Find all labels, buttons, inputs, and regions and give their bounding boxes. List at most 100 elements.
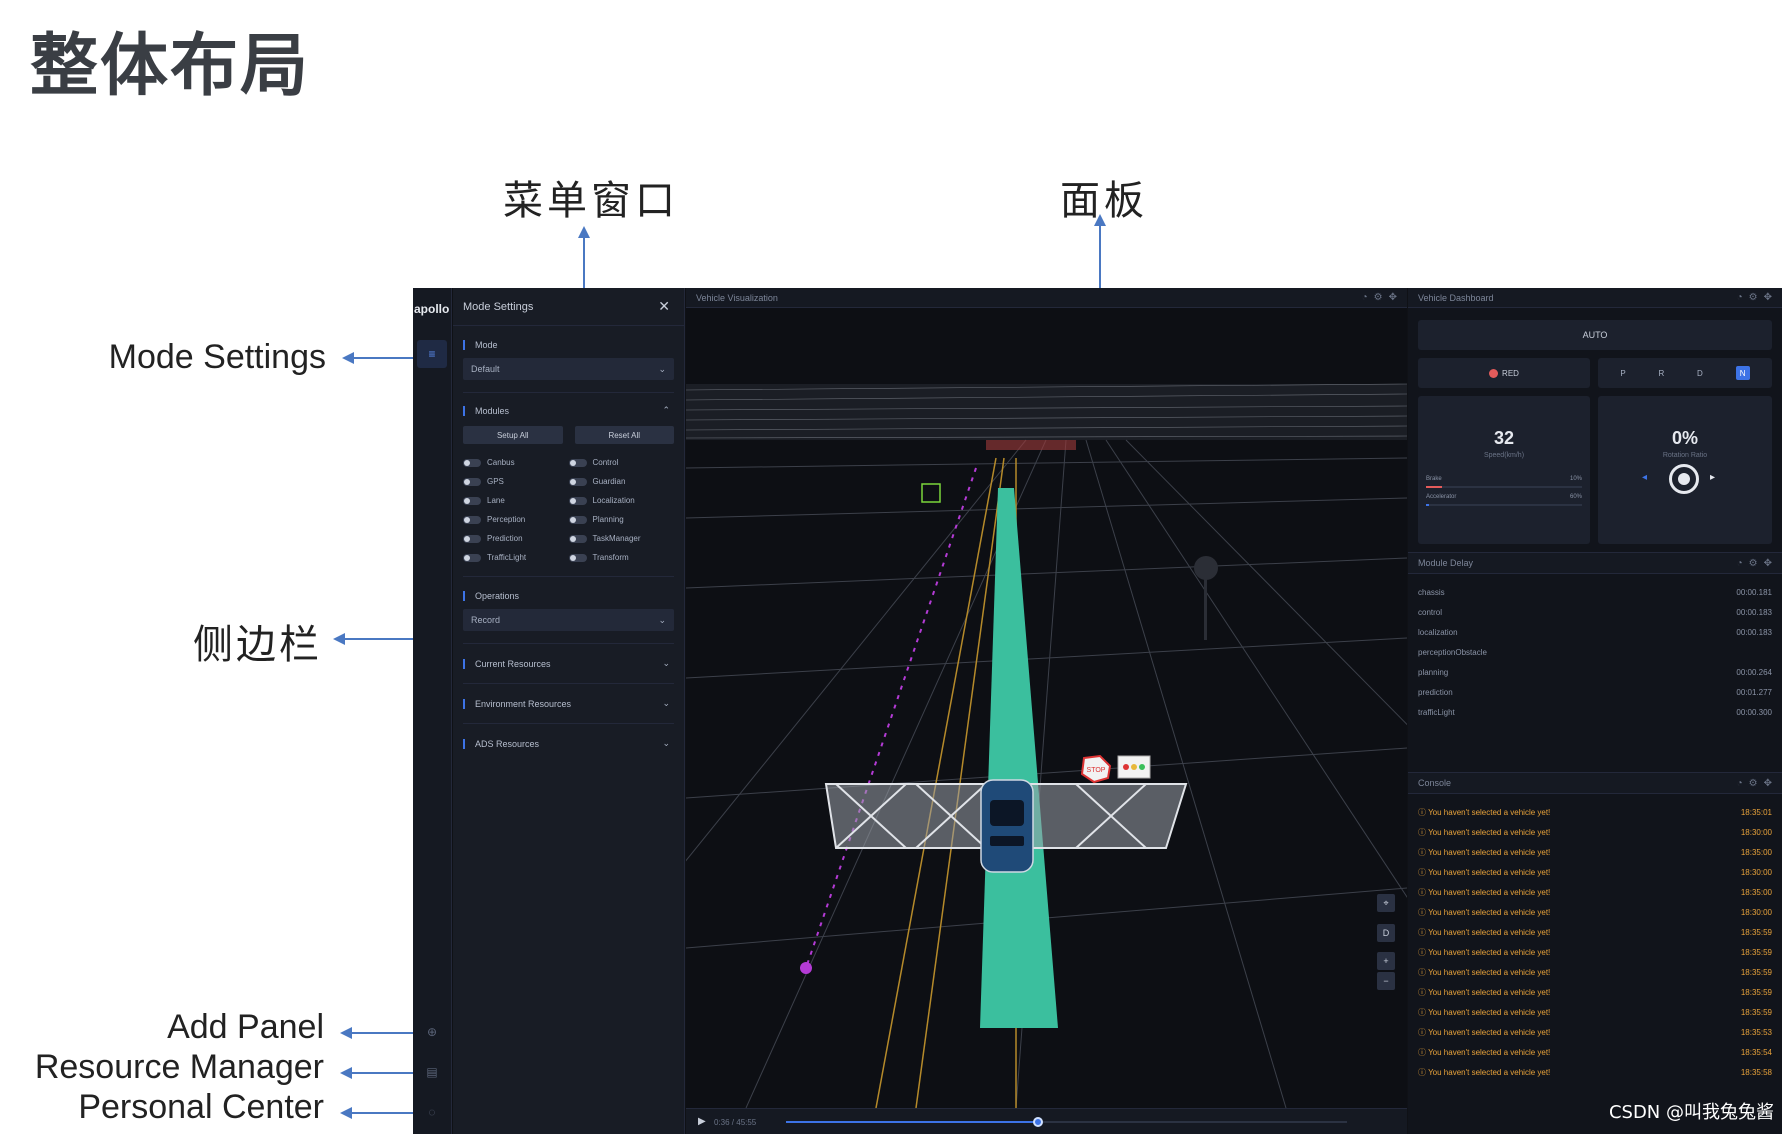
add-panel-button[interactable]: ⊕ [417,1018,447,1046]
operations-select[interactable]: Record ⌄ [463,609,674,631]
mode-select[interactable]: Default ⌄ [463,358,674,380]
playback-track[interactable] [786,1117,1347,1127]
refresh-icon[interactable]: ◔ [1362,292,1368,303]
refresh-icon[interactable]: ◔ [1737,292,1743,303]
panel-actions: ◔ ⚙ ✥ [1737,292,1772,303]
delay-value: 00:00.264 [1736,667,1772,677]
brake-value: 10% [1569,476,1582,482]
drive-mode-indicator: AUTO [1418,320,1772,350]
ads-resources-header[interactable]: ADS Resources ⌄ [453,738,684,749]
modules-grid: Canbus Control GPS Guardian Lane Localiz… [453,444,684,562]
scene-canvas[interactable]: STOP [686,308,1407,1108]
gear-p: P [1620,368,1626,378]
gear-d: D [1697,368,1703,378]
toggle-switch[interactable] [463,496,481,505]
module-label: TaskManager [592,534,641,543]
module-toggle-control[interactable]: Control [568,458,675,467]
module-label: Guardian [592,477,626,486]
console-message: You haven't selected a vehicle yet! [1418,1007,1550,1018]
dashboard-title: Vehicle Dashboard [1418,292,1494,303]
console-time: 18:30:00 [1740,827,1772,837]
module-delay-title: Module Delay [1418,558,1474,568]
module-toggle-perception[interactable]: Perception [463,515,569,524]
module-toggle-planning[interactable]: Planning [568,515,675,524]
delay-value: 00:00.300 [1736,707,1772,717]
reset-all-button[interactable]: Reset All [574,426,674,444]
delay-module: prediction [1418,687,1453,697]
drag-icon[interactable]: ✥ [1764,292,1772,303]
console-row: You haven't selected a vehicle yet! 18:30… [1408,902,1782,922]
module-toggle-taskmanager[interactable]: TaskManager [568,534,675,543]
playback-handle[interactable] [1033,1117,1044,1127]
toggle-switch[interactable] [568,515,587,524]
panel-actions: ◔ ⚙ ✥ [1737,558,1772,569]
toggle-switch[interactable] [463,553,481,562]
console-time: 18:35:59 [1740,927,1772,937]
vehicle-visualization-panel: Vehicle Visualization ◔ ⚙ ✥ STOP ⌖ D + −… [686,288,1407,1134]
console-message: You haven't selected a vehicle yet! [1418,947,1550,958]
label-menu-window: 菜单窗口 [503,178,679,224]
toggle-switch[interactable] [463,534,481,543]
drag-icon[interactable]: ✥ [1764,778,1772,789]
setup-all-button[interactable]: Setup All [463,426,563,444]
current-resources-header[interactable]: Current Resources ⌄ [453,658,684,669]
module-toggle-lane[interactable]: Lane [463,496,569,505]
settings-icon[interactable]: ⚙ [1749,558,1758,569]
console-time: 18:35:59 [1740,967,1772,977]
console-time: 18:35:58 [1740,1067,1772,1077]
modules-section-header[interactable]: Modules ⌃ [453,405,684,416]
module-label: Localization [592,496,635,505]
panel-actions: ◔ ⚙ ✥ [1737,778,1772,789]
delay-value: 00:00.181 [1736,587,1772,597]
module-toggle-prediction[interactable]: Prediction [463,534,569,543]
settings-icon[interactable]: ⚙ [1749,778,1758,789]
zoom-out-button[interactable]: − [1377,972,1395,990]
resource-icon: ▤ [426,1065,438,1079]
refresh-icon[interactable]: ◔ [1737,778,1743,789]
toggle-switch[interactable] [568,477,587,486]
play-icon[interactable]: ▶ [698,1116,706,1127]
toggle-switch[interactable] [463,477,481,486]
toggle-switch[interactable] [568,496,587,505]
module-toggle-transform[interactable]: Transform [568,553,675,562]
ads-resources-label: ADS Resources [463,738,539,749]
view-mode-button[interactable]: D [1377,924,1395,942]
settings-icon[interactable]: ⚙ [1374,292,1383,303]
toggle-switch[interactable] [568,534,587,543]
delay-row: prediction 00:01.277 [1408,682,1782,702]
playback-progress [786,1121,1039,1123]
mode-settings-button[interactable]: ≡ [417,340,447,368]
compass-button[interactable]: ⌖ [1377,894,1395,912]
drag-icon[interactable]: ✥ [1389,292,1397,303]
resource-manager-button[interactable]: ▤ [417,1058,447,1086]
distant-stop-line [986,440,1076,450]
label-resource-manager: Resource Manager [34,1048,324,1086]
console-message: You haven't selected a vehicle yet! [1418,1067,1550,1078]
speed-card: 32 Speed(km/h) Brake 10% Accelerator 60% [1418,396,1590,544]
settings-icon[interactable]: ⚙ [1749,292,1758,303]
console-message: You haven't selected a vehicle yet! [1418,1047,1550,1058]
module-toggle-gps[interactable]: GPS [463,477,569,486]
module-toggle-canbus[interactable]: Canbus [463,458,569,467]
console-message: You haven't selected a vehicle yet! [1418,847,1550,858]
drag-icon[interactable]: ✥ [1764,558,1772,569]
toggle-switch[interactable] [463,458,481,467]
chevron-down-icon: ⌄ [662,658,670,668]
close-icon[interactable]: ✕ [658,298,670,315]
toggle-switch[interactable] [463,515,481,524]
arrow-head-menu [578,226,590,238]
module-toggle-guardian[interactable]: Guardian [568,477,675,486]
module-toggle-trafficlight[interactable]: TrafficLight [463,553,569,562]
refresh-icon[interactable]: ◔ [1737,558,1743,569]
console-list[interactable]: You haven't selected a vehicle yet! 18:35… [1408,802,1782,1082]
zoom-in-button[interactable]: + [1377,952,1395,970]
environment-resources-header[interactable]: Environment Resources ⌄ [453,698,684,709]
toggle-switch[interactable] [568,553,587,562]
signal-indicator: RED [1418,358,1590,388]
toggle-switch[interactable] [568,458,587,467]
delay-row: trafficLight 00:00.300 [1408,702,1782,722]
module-toggle-localization[interactable]: Localization [568,496,675,505]
console-row: You haven't selected a vehicle yet! 18:35… [1408,1062,1782,1082]
personal-center-button[interactable]: ◌ [417,1098,447,1126]
csdn-watermark: CSDN @叫我兔兔酱 [1608,1102,1774,1123]
